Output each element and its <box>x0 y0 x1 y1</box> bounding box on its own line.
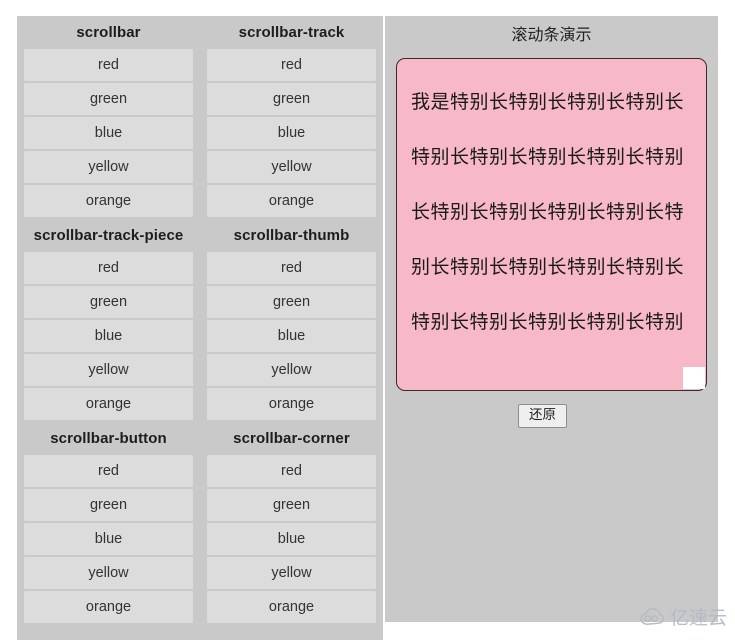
option-cell[interactable]: blue <box>24 117 193 149</box>
option-cell[interactable]: red <box>207 455 376 487</box>
group-heading-scrollbar: scrollbar <box>76 24 141 41</box>
option-cell[interactable]: yellow <box>24 557 193 589</box>
scrollbar-options-panel: scrollbar red green blue yellow orange s… <box>17 16 383 640</box>
option-cell[interactable]: yellow <box>207 151 376 183</box>
option-cell[interactable]: orange <box>24 591 193 623</box>
option-cell[interactable]: orange <box>207 388 376 420</box>
options-column-scrollbar-corner: scrollbar-corner red green blue yellow o… <box>200 422 383 625</box>
group-heading-scrollbar-corner: scrollbar-corner <box>233 430 350 447</box>
option-cell[interactable]: blue <box>207 117 376 149</box>
option-cell[interactable]: blue <box>24 523 193 555</box>
option-cell[interactable]: blue <box>207 320 376 352</box>
group-heading-scrollbar-track: scrollbar-track <box>238 24 345 41</box>
restore-button[interactable]: 还原 <box>518 404 567 428</box>
option-cell[interactable]: green <box>24 83 193 115</box>
options-column-pair-2: scrollbar-track-piece red green blue yel… <box>17 219 383 422</box>
demo-title: 滚动条演示 <box>511 27 592 44</box>
options-column-scrollbar-track-piece: scrollbar-track-piece red green blue yel… <box>17 219 200 422</box>
group-heading-scrollbar-track-piece: scrollbar-track-piece <box>33 227 184 244</box>
option-cell[interactable]: red <box>24 49 193 81</box>
watermark: 亿速云 <box>639 603 727 630</box>
demo-button-row: 还原 <box>385 404 718 428</box>
option-cell[interactable]: yellow <box>207 557 376 589</box>
option-cell[interactable]: green <box>207 83 376 115</box>
cloud-icon <box>639 607 665 626</box>
options-column-scrollbar-thumb: scrollbar-thumb red green blue yellow or… <box>200 219 383 422</box>
options-column-scrollbar-button: scrollbar-button red green blue yellow o… <box>17 422 200 625</box>
option-cell[interactable]: blue <box>207 523 376 555</box>
option-cell[interactable]: red <box>24 455 193 487</box>
option-cell[interactable]: green <box>207 489 376 521</box>
group-heading-scrollbar-thumb: scrollbar-thumb <box>233 227 350 244</box>
option-cell[interactable]: red <box>207 49 376 81</box>
option-cell[interactable]: red <box>207 252 376 284</box>
options-column-scrollbar-track: scrollbar-track red green blue yellow or… <box>200 16 383 219</box>
option-cell[interactable]: green <box>207 286 376 318</box>
option-cell[interactable]: blue <box>24 320 193 352</box>
options-column-pair-1: scrollbar red green blue yellow orange s… <box>17 16 383 219</box>
option-cell[interactable]: red <box>24 252 193 284</box>
options-column-scrollbar: scrollbar red green blue yellow orange <box>17 16 200 219</box>
option-cell[interactable]: green <box>24 489 193 521</box>
option-cell[interactable]: yellow <box>24 354 193 386</box>
option-cell[interactable]: orange <box>207 591 376 623</box>
demo-textarea[interactable]: 我是特别长特别长特别长特别长特别长特别长特别长特别长特别长特别长特别长特别长特别… <box>396 58 707 391</box>
option-cell[interactable]: yellow <box>24 151 193 183</box>
watermark-text: 亿速云 <box>669 607 727 629</box>
page-root: scrollbar red green blue yellow orange s… <box>0 0 735 640</box>
option-cell[interactable]: orange <box>207 185 376 217</box>
option-cell[interactable]: orange <box>24 388 193 420</box>
group-heading-scrollbar-button: scrollbar-button <box>50 430 167 447</box>
option-cell[interactable]: orange <box>24 185 193 217</box>
option-cell[interactable]: yellow <box>207 354 376 386</box>
demo-textarea-wrapper: 我是特别长特别长特别长特别长特别长特别长特别长特别长特别长特别长特别长特别长特别… <box>396 58 707 391</box>
options-column-pair-3: scrollbar-button red green blue yellow o… <box>17 422 383 625</box>
scrollbar-demo-panel: 滚动条演示 我是特别长特别长特别长特别长特别长特别长特别长特别长特别长特别长特别… <box>385 16 718 622</box>
option-cell[interactable]: green <box>24 286 193 318</box>
